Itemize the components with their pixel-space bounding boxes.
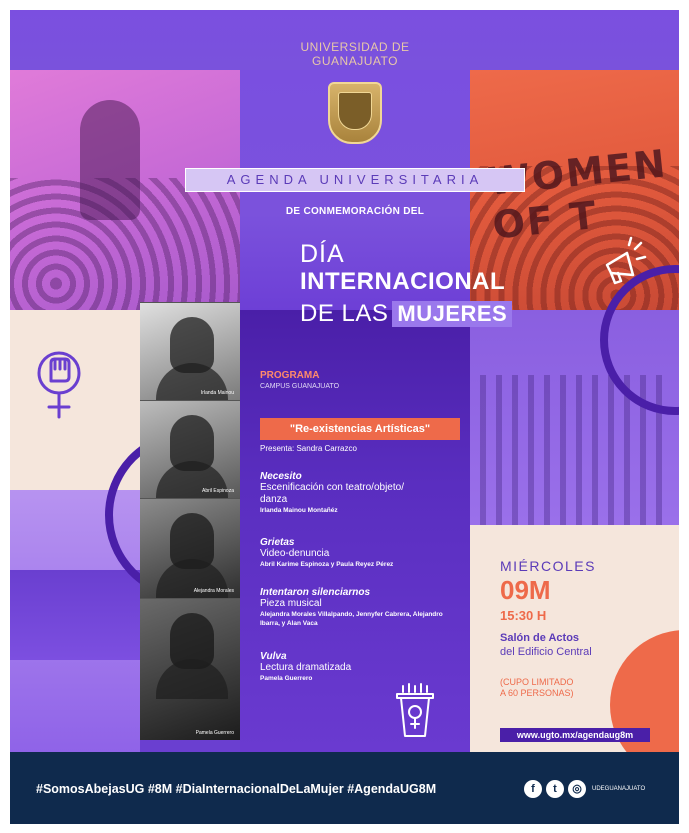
university-line-1: UNIVERSIDAD DE	[300, 40, 410, 54]
facebook-icon[interactable]: f	[524, 780, 542, 798]
photo-caption: Irlanda Mainou	[200, 390, 234, 396]
program-item: Intentaron silenciarnos Pieza musical Al…	[260, 587, 460, 628]
item-people: Alejandra Morales Villalpando, Jennyfer …	[260, 611, 443, 627]
artist-photo-4: Pamela Guerrero	[140, 598, 240, 740]
capacity-line-1: (CUPO LIMITADO	[500, 677, 574, 687]
photo-caption: Alejandra Morales	[193, 588, 234, 594]
item-title: Grietas	[260, 537, 295, 548]
subtitle: DE CONMEMORACIÓN DEL	[285, 206, 425, 217]
event-day: MIÉRCOLES	[500, 558, 596, 574]
poster: WOMEN OF T UNIVERSIDAD DE GUANAJUATO AGE…	[10, 10, 679, 752]
megaphone-icon	[605, 236, 647, 285]
hashtags: #SomosAbejasUG #8M #DiaInternacionalDeLa…	[36, 782, 437, 796]
social-links: f t ◎ UDEGUANAJUATO	[524, 780, 645, 798]
podium-female-icon	[396, 683, 434, 737]
item-title: Intentaron silenciarnos	[260, 587, 371, 598]
title-de-las: DE LAS	[300, 300, 389, 327]
purple-stripe	[10, 570, 140, 660]
program-label: PROGRAMA	[260, 370, 320, 381]
photo-caption: Abril Espinoza	[202, 488, 234, 494]
twitter-icon[interactable]: t	[546, 780, 564, 798]
program-item: Necesito Escenificación con teatro/objet…	[260, 471, 460, 515]
event-date-number: 09	[500, 575, 529, 605]
title-line-1: DÍA	[300, 240, 345, 268]
capacity-note: (CUPO LIMITADO A 60 PERSONAS)	[500, 677, 574, 699]
program-item: Grietas Video-denuncia Abril Karime Espi…	[260, 537, 460, 569]
program-item: Vulva Lectura dramatizada Pamela Guerrer…	[260, 651, 460, 683]
event-title: "Re-existencias Artísticas"	[260, 418, 460, 440]
instagram-icon[interactable]: ◎	[568, 780, 586, 798]
event-url-link[interactable]: www.ugto.mx/agendaug8m	[500, 728, 650, 742]
university-line-2: GUANAJUATO	[312, 54, 398, 68]
item-description: Pieza musical	[260, 598, 322, 609]
item-people: Irlanda Mainou Montañéz	[260, 507, 338, 514]
item-description: Lectura dramatizada	[260, 662, 352, 673]
footer-bar: #SomosAbejasUG #8M #DiaInternacionalDeLa…	[10, 752, 679, 824]
title-mujeres: MUJERES	[392, 301, 513, 327]
venue-building: del Edificio Central	[500, 646, 592, 658]
item-description: Escenificación con teatro/objeto/	[260, 482, 404, 493]
social-handle: UDEGUANAJUATO	[592, 786, 646, 792]
artist-photo-2: Abril Espinoza	[140, 400, 240, 498]
title-line-3: DE LAS MUJERES	[300, 300, 513, 328]
portrait-body	[156, 659, 228, 699]
presenter: Presenta: Sandra Carrazco	[260, 444, 357, 453]
university-name: UNIVERSIDAD DE GUANAJUATO	[240, 40, 470, 68]
crest-shield	[338, 92, 372, 130]
item-description: Video-denuncia	[260, 548, 330, 559]
artist-photo-1: Irlanda Mainou	[140, 302, 240, 400]
event-time: 15:30 H	[500, 608, 547, 623]
agenda-title: AGENDA UNIVERSITARIA	[185, 168, 525, 192]
photo-caption: Pamela Guerrero	[195, 730, 234, 736]
venue-name: Salón de Actos	[500, 632, 580, 644]
title-line-2: INTERNACIONAL	[300, 268, 506, 295]
crowd-texture	[10, 178, 240, 310]
artist-photo-3: Alejandra Morales	[140, 498, 240, 598]
item-description-2: danza	[260, 494, 288, 505]
event-date: 09M	[500, 575, 551, 606]
item-title: Vulva	[260, 651, 287, 662]
capacity-line-2: A 60 PERSONAS)	[500, 688, 574, 698]
item-title: Necesito	[260, 471, 302, 482]
item-people: Abril Karime Espinoza y Paula Reyez Pére…	[260, 561, 394, 568]
feminist-fist-icon	[37, 351, 81, 419]
campus-label: CAMPUS GUANAJUATO	[260, 383, 340, 390]
event-date-month: M	[528, 575, 551, 605]
university-crest-icon	[328, 82, 382, 144]
